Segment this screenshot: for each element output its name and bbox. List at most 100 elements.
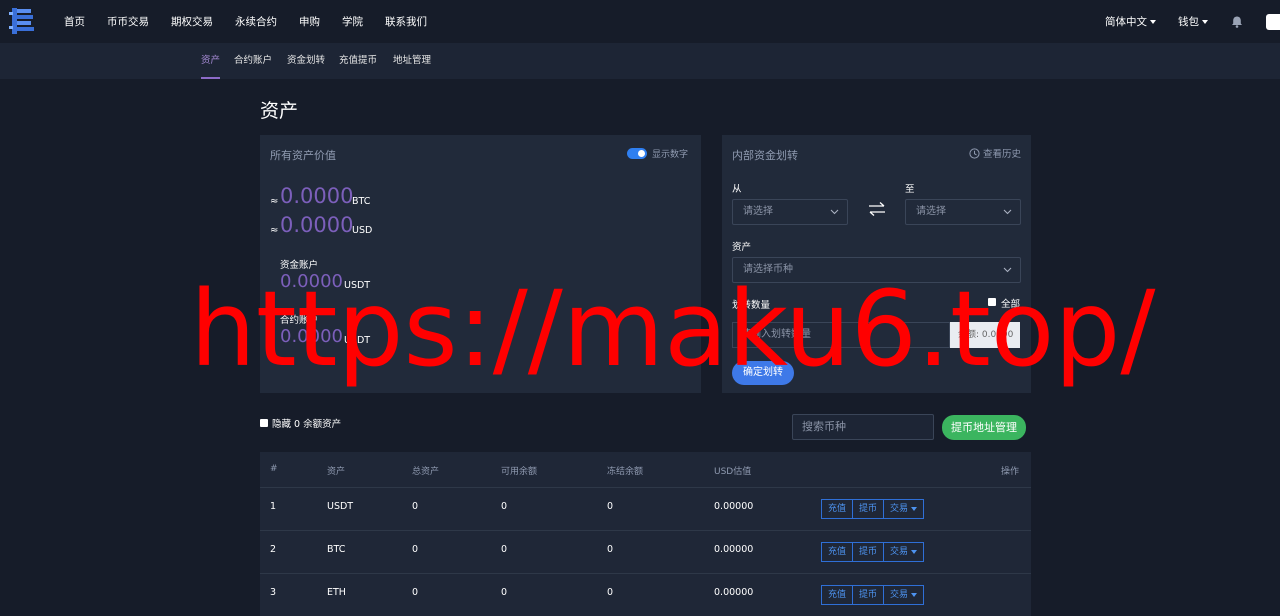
subnav-deposit-withdraw[interactable]: 充值提币 — [339, 43, 377, 79]
chevron-down-icon — [1003, 267, 1012, 273]
hide-zero-label: 隐藏 0 余额资产 — [272, 419, 342, 430]
contract-account-unit: USDT — [344, 335, 371, 346]
col-asset: 资产 — [327, 467, 346, 477]
transfer-panel-title: 内部资金划转 — [732, 149, 798, 162]
chevron-down-icon — [1150, 19, 1156, 24]
swap-icon[interactable] — [866, 201, 888, 217]
withdraw-button[interactable]: 提币 — [852, 499, 885, 519]
chevron-down-icon — [1202, 19, 1208, 24]
hide-zero-balance-toggle[interactable]: 隐藏 0 余额资产 — [260, 416, 341, 430]
chevron-down-icon — [1003, 209, 1012, 215]
nav-subscription[interactable]: 申购 — [299, 14, 320, 29]
nav-spot-trading[interactable]: 币币交易 — [107, 14, 149, 29]
assets-value-panel: 所有资产价值 显示数字 ≈ 0.0000 BTC ≈ 0.0000 USD 资金… — [260, 135, 701, 393]
hide-zero-checkbox[interactable] — [260, 419, 268, 427]
approx-symbol: ≈ — [270, 225, 279, 236]
row-total: 0 — [412, 501, 419, 512]
btc-unit: BTC — [352, 196, 371, 207]
row-total: 0 — [412, 587, 419, 598]
all-checkbox[interactable] — [988, 298, 996, 306]
withdraw-button[interactable]: 提币 — [852, 542, 885, 562]
top-navbar: 首页 币币交易 期权交易 永续合约 申购 学院 联系我们 简体中文 钱包 — [0, 0, 1280, 43]
amount-input[interactable]: 请输入划转数量 — [732, 322, 950, 348]
assets-panel-title: 所有资产价值 — [270, 149, 336, 162]
subnav-fund-transfer[interactable]: 资金划转 — [287, 43, 325, 79]
coin-select[interactable]: 请选择币种 — [732, 257, 1021, 283]
row-frozen: 0 — [607, 587, 614, 598]
row-total: 0 — [412, 544, 419, 555]
subnav-address-management[interactable]: 地址管理 — [393, 43, 431, 79]
trade-dropdown-button[interactable]: 交易 — [883, 499, 925, 519]
wallet-dropdown[interactable]: 钱包 — [1178, 14, 1208, 29]
table-header: # 资产 总资产 可用余额 冻结余额 USD估值 操作 — [260, 452, 1031, 488]
sub-nav: 资产 合约账户 资金划转 充值提币 地址管理 — [0, 43, 1280, 79]
confirm-transfer-button[interactable]: 确定划转 — [732, 361, 794, 385]
row-frozen: 0 — [607, 544, 614, 555]
row-index: 1 — [270, 501, 277, 512]
nav-academy[interactable]: 学院 — [342, 14, 363, 29]
row-asset: BTC — [327, 544, 346, 555]
amount-label: 划转数量 — [732, 300, 771, 311]
chevron-down-icon — [911, 550, 918, 554]
nav-options-trading[interactable]: 期权交易 — [171, 14, 213, 29]
asset-table: # 资产 总资产 可用余额 冻结余额 USD估值 操作 1 USDT 0 0 0… — [260, 452, 1031, 616]
from-select-placeholder: 请选择 — [743, 206, 773, 217]
fund-account-unit: USDT — [344, 280, 371, 291]
from-account-select[interactable]: 请选择 — [732, 199, 848, 225]
fund-account-label: 资金账户 — [280, 260, 319, 271]
bell-icon[interactable] — [1230, 15, 1244, 29]
header-right: 简体中文 钱包 — [1105, 0, 1280, 43]
deposit-button[interactable]: 充值 — [821, 542, 854, 562]
to-label: 至 — [905, 184, 915, 195]
withdraw-button[interactable]: 提币 — [852, 585, 885, 605]
row-index: 2 — [270, 544, 277, 555]
col-index: # — [270, 464, 278, 474]
trade-dropdown-button[interactable]: 交易 — [883, 585, 925, 605]
row-actions: 充值 提币 交易 — [821, 585, 925, 605]
withdraw-address-button[interactable]: 提币地址管理 — [942, 415, 1026, 440]
trade-dropdown-button[interactable]: 交易 — [883, 542, 925, 562]
balance-text: 余额: 0.0000 — [958, 330, 1014, 340]
nav-home[interactable]: 首页 — [64, 14, 85, 29]
row-available: 0 — [501, 501, 508, 512]
nav-contact-us[interactable]: 联系我们 — [385, 14, 427, 29]
logo-icon[interactable] — [8, 6, 38, 36]
search-placeholder: 搜索币种 — [802, 420, 846, 433]
row-asset: USDT — [327, 501, 354, 512]
row-usd-value: 0.00000 — [714, 501, 754, 512]
row-usd-value: 0.00000 — [714, 544, 754, 555]
row-actions: 充值 提币 交易 — [821, 542, 925, 562]
avatar[interactable] — [1266, 13, 1280, 30]
coin-select-placeholder: 请选择币种 — [743, 264, 793, 275]
to-select-placeholder: 请选择 — [916, 206, 946, 217]
contract-account-label: 合约账户 — [280, 315, 319, 326]
col-total: 总资产 — [412, 467, 440, 477]
asset-label: 资产 — [732, 242, 752, 253]
fund-account-value: 0.0000 — [280, 271, 343, 292]
view-history-link[interactable]: 查看历史 — [969, 146, 1021, 160]
trade-label: 交易 — [890, 504, 909, 514]
col-frozen: 冻结余额 — [607, 467, 644, 477]
btc-total-value: 0.0000 — [280, 184, 354, 208]
row-frozen: 0 — [607, 501, 614, 512]
usd-unit: USD — [352, 225, 373, 236]
show-numbers-toggle[interactable] — [627, 148, 647, 159]
main-nav: 首页 币币交易 期权交易 永续合约 申购 学院 联系我们 — [64, 0, 449, 43]
row-available: 0 — [501, 587, 508, 598]
table-row: 3 ETH 0 0 0 0.00000 充值 提币 交易 — [260, 574, 1031, 616]
chevron-down-icon — [911, 593, 918, 597]
language-label: 简体中文 — [1105, 16, 1147, 28]
deposit-button[interactable]: 充值 — [821, 585, 854, 605]
subnav-contract-account[interactable]: 合约账户 — [234, 43, 272, 79]
approx-symbol: ≈ — [270, 196, 279, 207]
language-dropdown[interactable]: 简体中文 — [1105, 14, 1156, 29]
deposit-button[interactable]: 充值 — [821, 499, 854, 519]
to-account-select[interactable]: 请选择 — [905, 199, 1021, 225]
from-label: 从 — [732, 184, 742, 195]
col-actions: 操作 — [1001, 467, 1020, 477]
row-asset: ETH — [327, 587, 346, 598]
coin-search-input[interactable]: 搜索币种 — [792, 414, 934, 440]
page-title: 资产 — [260, 100, 299, 122]
subnav-assets[interactable]: 资产 — [201, 43, 221, 79]
nav-perpetual-contract[interactable]: 永续合约 — [235, 14, 277, 29]
